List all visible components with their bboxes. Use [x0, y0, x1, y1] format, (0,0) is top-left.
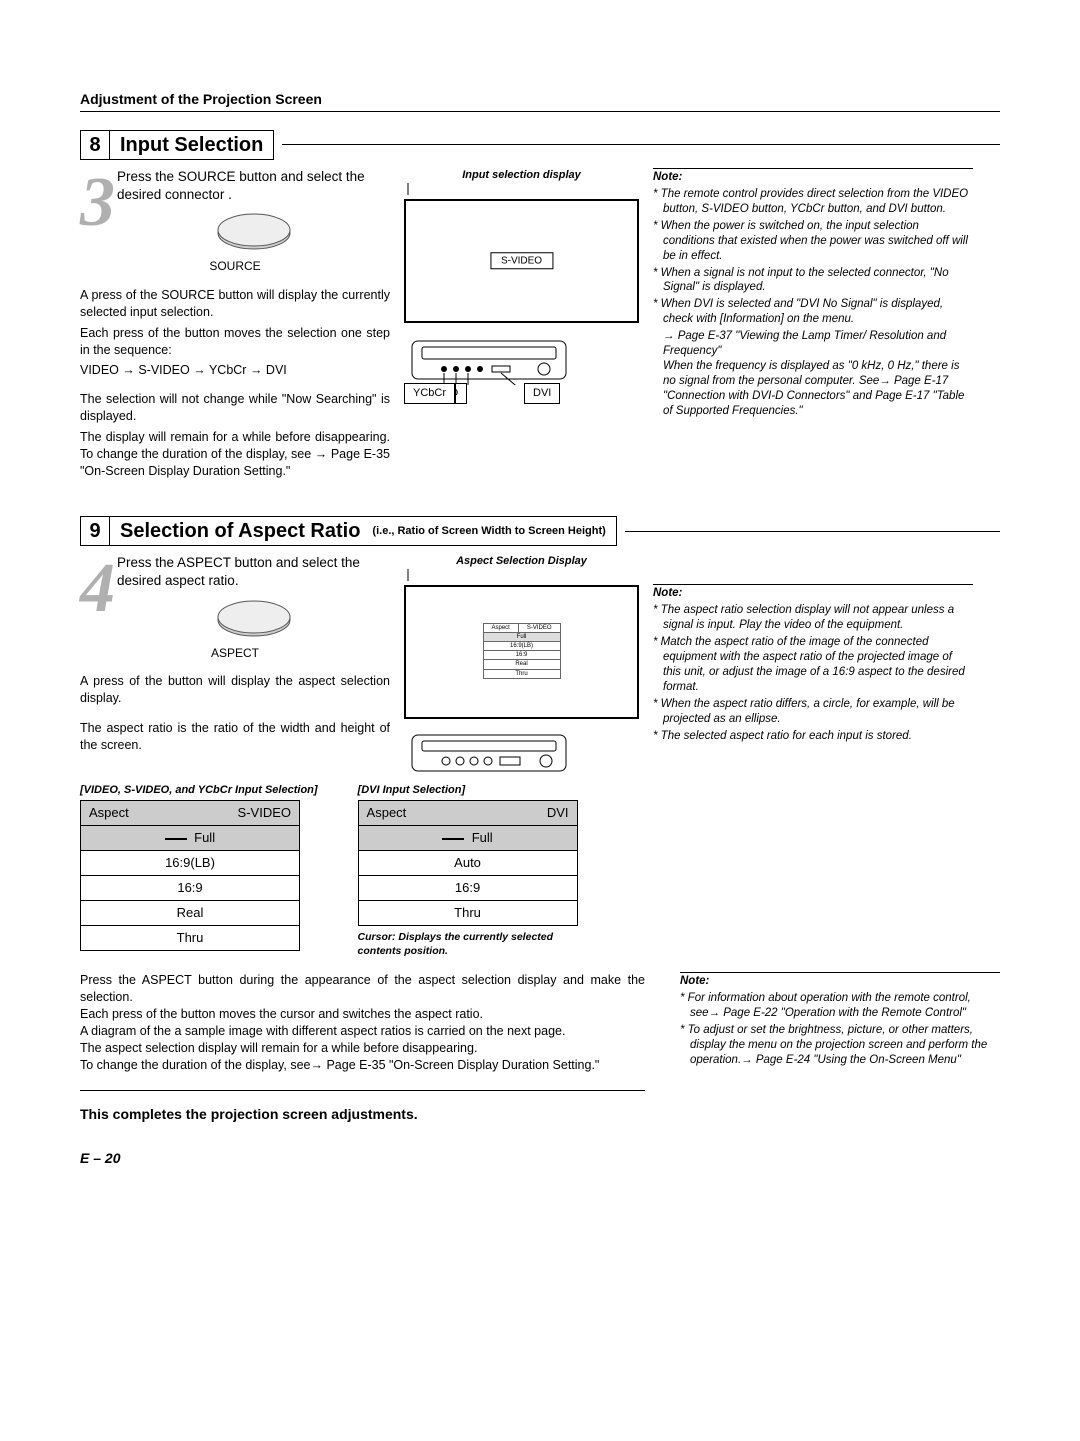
caret-icon-2 [404, 569, 639, 581]
s9-p1: A press of the button will display the a… [80, 673, 390, 707]
s8-note-ref2: When the frequency is displayed as "0 kH… [653, 359, 973, 419]
heading-rule [282, 144, 1000, 145]
s9-bottom-5: To change the duration of the display, s… [80, 1057, 645, 1074]
aspect-button-label: ASPECT [80, 645, 390, 661]
caret-icon [404, 183, 639, 195]
step-4-body: Press the ASPECT button and select the d… [117, 555, 360, 588]
s9-bottom-4: The aspect selection display will remain… [80, 1040, 645, 1057]
s9-note-4: The selected aspect ratio for each input… [653, 729, 973, 744]
s9-note-header: Note: [653, 584, 973, 601]
s9-note-1: The aspect ratio selection display will … [653, 603, 973, 633]
section-title-9: Selection of Aspect Ratio [120, 517, 360, 545]
s8-p2: Each press of the button moves the selec… [80, 325, 390, 359]
completion-text: This completes the projection screen adj… [80, 1105, 645, 1124]
s8-p1: A press of the SOURCE button will displa… [80, 287, 390, 321]
section-8-heading: 8 Input Selection [80, 130, 1000, 160]
port-ycbcr-label: YCbCr [404, 383, 455, 404]
cursor-note: Cursor: Displays the currently selected … [358, 930, 598, 958]
s8-seq: VIDEO → S-VIDEO → YCbCr → DVI [80, 362, 390, 379]
aspect-button-icon [214, 599, 294, 641]
divider-line [80, 1090, 645, 1091]
section-9-heading: 9 Selection of Aspect Ratio (i.e., Ratio… [80, 516, 1000, 546]
s8-note-2: When the power is switched on, the input… [653, 219, 973, 264]
page-header: Adjustment of the Projection Screen [80, 90, 1000, 112]
s9-note-bottom-list: For information about operation with the… [680, 991, 1000, 1068]
aspect-table-right-caption: [DVI Input Selection] [358, 783, 598, 798]
section-subtitle-9: (i.e., Ratio of Screen Width to Screen H… [366, 517, 605, 545]
s9-bottom-3: A diagram of the a sample image with dif… [80, 1023, 645, 1040]
aspect-table-svideo: AspectS-VIDEO Full 16:9(LB) 16:9 Real Th… [80, 800, 300, 951]
projector-diagram-2 [404, 729, 639, 777]
aspect-display-screen: AspectS-VIDEO Full 16:9(LB) 16:9 Real Th… [404, 585, 639, 719]
aspect-table-left-caption: [VIDEO, S-VIDEO, and YCbCr Input Selecti… [80, 783, 318, 798]
s8-p3b: The display will remain for a while befo… [80, 429, 390, 480]
s9-p2: The aspect ratio is the ratio of the wid… [80, 720, 390, 754]
heading-rule-9 [625, 531, 1000, 532]
s9-bottom-1: Press the ASPECT button during the appea… [80, 972, 645, 1006]
s9-note-2: Match the aspect ratio of the image of t… [653, 635, 973, 695]
page-number: E – 20 [80, 1149, 1000, 1168]
port-dvi-label: DVI [524, 383, 560, 404]
step-4-text: 4 Press the ASPECT button and select the… [80, 554, 390, 590]
step-number-3: 3 [80, 178, 115, 227]
s8-note-header: Note: [653, 168, 973, 185]
s8-note-list: The remote control provides direct selec… [653, 187, 973, 419]
s9-note-bottom-header: Note: [680, 972, 1000, 989]
input-display-caption: Input selection display [404, 168, 639, 183]
step-3-text: 3 Press the SOURCE button and select the… [80, 168, 390, 204]
step-3-body: Press the SOURCE button and select the d… [117, 169, 365, 202]
s9-note-list: The aspect ratio selection display will … [653, 603, 973, 743]
section-number: 8 [80, 130, 110, 160]
s8-note-4: When DVI is selected and "DVI No Signal"… [653, 297, 973, 327]
s8-note-3: When a signal is not input to the select… [653, 266, 973, 296]
s8-p3a: The selection will not change while "Now… [80, 391, 390, 425]
aspect-display-caption: Aspect Selection Display [404, 554, 639, 569]
input-display-value: S-VIDEO [490, 252, 553, 270]
step-number-4: 4 [80, 564, 115, 613]
s8-note-1: The remote control provides direct selec… [653, 187, 973, 217]
s9-bottom-2: Each press of the button moves the curso… [80, 1006, 645, 1023]
s8-note-ref1: → Page E-37 "Viewing the Lamp Timer/ Res… [653, 329, 973, 359]
section-number-9: 9 [80, 516, 110, 546]
input-display-screen: S-VIDEO [404, 199, 639, 323]
source-button-label: SOURCE [80, 258, 390, 274]
source-button-icon [214, 212, 294, 254]
s9-note-b2: To adjust or set the brightness, picture… [680, 1023, 1000, 1068]
section-title: Input Selection [110, 130, 274, 160]
aspect-mini-menu: AspectS-VIDEO Full 16:9(LB) 16:9 Real Th… [482, 623, 560, 679]
s9-note-b1: For information about operation with the… [680, 991, 1000, 1021]
projector-diagram [404, 335, 639, 385]
aspect-table-dvi: AspectDVI Full Auto 16:9 Thru [358, 800, 578, 926]
s9-note-3: When the aspect ratio differs, a circle,… [653, 697, 973, 727]
